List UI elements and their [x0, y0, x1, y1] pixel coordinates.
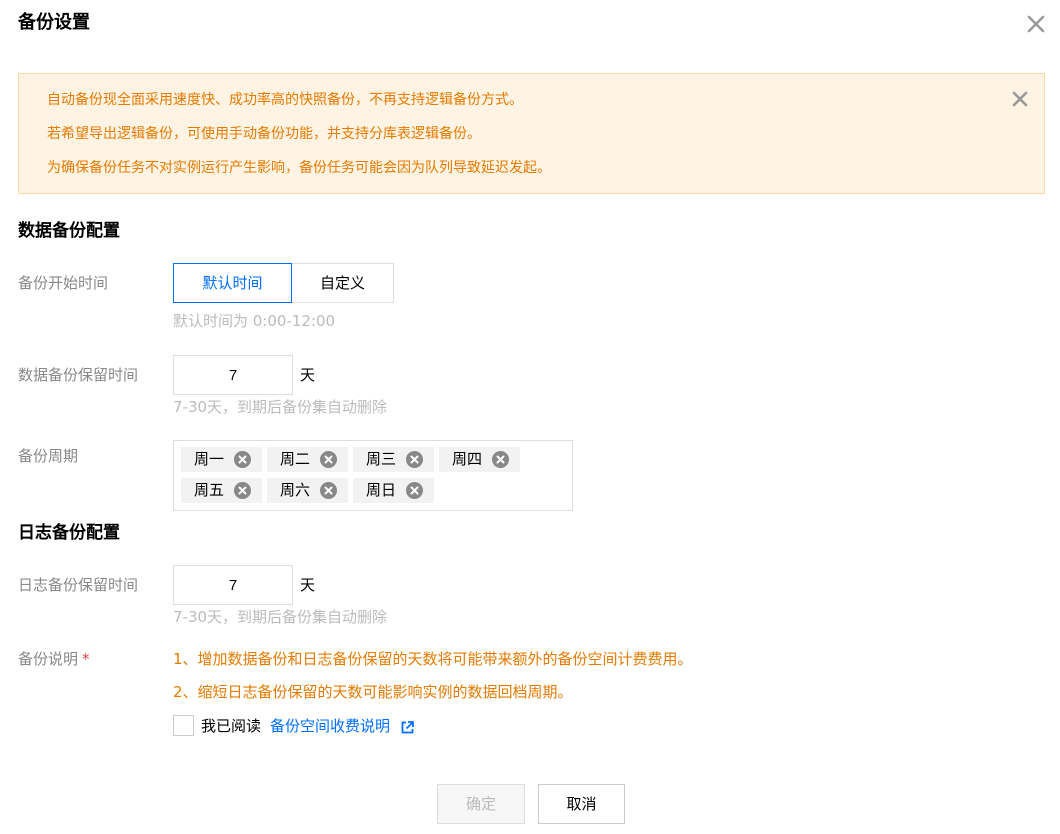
notice-line: 为确保备份任务不对实例运行产生影响，备份任务可能会因为队列导致延迟发起。 [47, 160, 551, 176]
remove-circle-icon[interactable] [234, 451, 251, 468]
billing-doc-link[interactable]: 备份空间收费说明 [270, 715, 390, 737]
period-tag: 周六 [267, 478, 348, 503]
option-custom-time[interactable]: 自定义 [291, 263, 394, 303]
period-tag: 周四 [439, 447, 520, 472]
hint-start-time: 默认时间为 0:00-12:00 [173, 312, 336, 330]
label-backup-start-time: 备份开始时间 [18, 274, 109, 292]
label-backup-period: 备份周期 [18, 447, 79, 465]
label-data-retention: 数据备份保留时间 [18, 366, 139, 384]
required-mark: * [82, 650, 90, 668]
period-tag-label: 周日 [366, 481, 397, 499]
backup-period-tag-input[interactable]: 周一 周二 周三 周四 周五 周六 周日 [173, 440, 573, 511]
period-tag: 周日 [353, 478, 434, 503]
notes-line: 1、增加数据备份和日志备份保留的天数将可能带来额外的备份空间计费费用。 [173, 650, 693, 668]
notice-line: 自动备份现全面采用速度快、成功率高的快照备份，不再支持逻辑备份方式。 [47, 92, 523, 108]
remove-circle-icon[interactable] [320, 451, 337, 468]
period-tag: 周五 [181, 478, 262, 503]
remove-circle-icon[interactable] [406, 451, 423, 468]
confirm-button[interactable]: 确定 [437, 784, 525, 824]
period-tag: 周三 [353, 447, 434, 472]
notes-line: 2、缩短日志备份保留的天数可能影响实例的数据回档周期。 [173, 683, 573, 701]
remove-circle-icon[interactable] [234, 482, 251, 499]
label-backup-notes: 备份说明 * [18, 648, 90, 670]
hint-data-retention: 7-30天，到期后备份集自动删除 [173, 398, 388, 416]
label-log-retention: 日志备份保留时间 [18, 576, 139, 594]
dialog-title: 备份设置 [18, 12, 90, 33]
period-tag-label: 周一 [194, 450, 225, 468]
notice-line: 若希望导出逻辑备份，可使用手动备份功能，并支持分库表逻辑备份。 [47, 126, 481, 142]
data-retention-input[interactable] [173, 355, 293, 395]
notice-banner: 自动备份现全面采用速度快、成功率高的快照备份，不再支持逻辑备份方式。 若希望导出… [18, 73, 1045, 194]
log-retention-input[interactable] [173, 565, 293, 605]
period-tag-label: 周六 [280, 481, 311, 499]
agree-prefix: 我已阅读 [201, 717, 262, 735]
period-tag-label: 周四 [452, 450, 483, 468]
notice-close-icon[interactable] [1007, 86, 1033, 112]
label-backup-notes-text: 备份说明 [18, 650, 79, 668]
section-title-log-backup: 日志备份配置 [18, 523, 120, 543]
hint-log-retention: 7-30天，到期后备份集自动删除 [173, 608, 388, 626]
period-tag-label: 周五 [194, 481, 225, 499]
period-tag-label: 周三 [366, 450, 397, 468]
period-tag: 周二 [267, 447, 348, 472]
remove-circle-icon[interactable] [320, 482, 337, 499]
unit-label: 天 [300, 576, 316, 594]
remove-circle-icon[interactable] [492, 451, 509, 468]
external-link-icon[interactable] [400, 720, 415, 735]
agree-checkbox[interactable] [173, 715, 194, 736]
period-tag-label: 周二 [280, 450, 311, 468]
period-tag: 周一 [181, 447, 262, 472]
unit-label: 天 [300, 366, 316, 384]
dialog-close-icon[interactable] [1022, 10, 1050, 38]
cancel-button[interactable]: 取消 [538, 784, 625, 824]
option-default-time[interactable]: 默认时间 [173, 263, 292, 303]
remove-circle-icon[interactable] [406, 482, 423, 499]
section-title-data-backup: 数据备份配置 [18, 221, 120, 241]
